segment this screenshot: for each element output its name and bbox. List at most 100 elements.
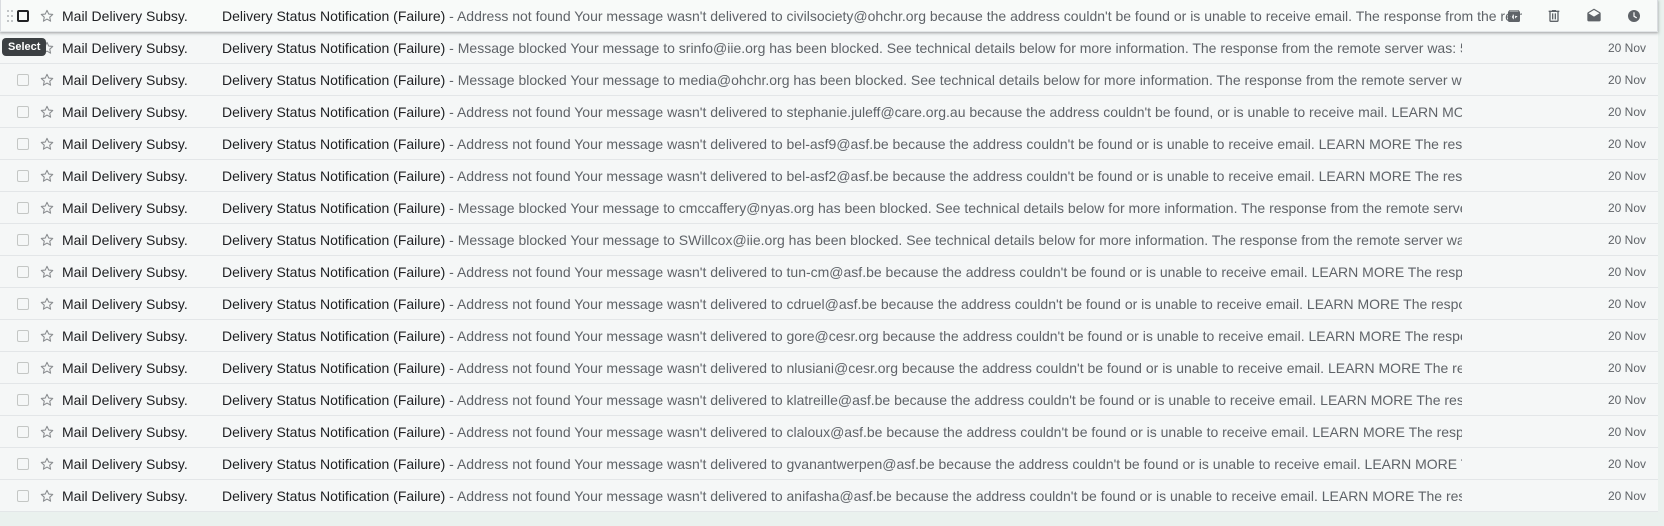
star-icon[interactable] <box>39 360 55 376</box>
email-subject: Delivery Status Notification (Failure) <box>222 135 446 152</box>
star-icon[interactable] <box>39 456 55 472</box>
email-snippet: Address not found Your message wasn't de… <box>456 103 1462 120</box>
email-date: 20 Nov <box>1607 296 1646 311</box>
email-row[interactable]: Mail Delivery Subsy. Delivery Status Noti… <box>0 32 1658 64</box>
email-subject: Delivery Status Notification (Failure) <box>222 7 446 24</box>
email-content: Delivery Status Notification (Failure) -… <box>222 232 1462 248</box>
star-icon[interactable] <box>39 168 55 184</box>
star-icon[interactable] <box>39 296 55 312</box>
email-row[interactable]: Mail Delivery Subsy. Delivery Status Noti… <box>0 448 1658 480</box>
sender-name: Mail Delivery Subsy. <box>62 263 188 280</box>
email-content: Delivery Status Notification (Failure) -… <box>222 104 1462 120</box>
email-content: Delivery Status Notification (Failure) -… <box>222 264 1462 280</box>
email-subject: Delivery Status Notification (Failure) <box>222 327 446 344</box>
email-row[interactable]: Mail Delivery Subsy. Delivery Status Noti… <box>0 0 1658 32</box>
star-icon[interactable] <box>39 104 55 120</box>
select-checkbox[interactable] <box>17 393 29 406</box>
email-subject: Delivery Status Notification (Failure) <box>222 167 446 184</box>
subject-separator: - <box>445 327 457 344</box>
subject-separator: - <box>445 359 457 376</box>
email-content: Delivery Status Notification (Failure) -… <box>222 200 1462 216</box>
delete-icon[interactable] <box>1542 4 1566 28</box>
email-row[interactable]: Mail Delivery Subsy. Delivery Status Noti… <box>0 352 1658 384</box>
email-row[interactable]: Mail Delivery Subsy. Delivery Status Noti… <box>0 320 1658 352</box>
email-date: 20 Nov <box>1607 456 1646 471</box>
email-row[interactable]: Mail Delivery Subsy. Delivery Status Noti… <box>0 224 1658 256</box>
star-icon[interactable] <box>39 264 55 280</box>
sender-name: Mail Delivery Subsy. <box>62 39 188 56</box>
subject-separator: - <box>445 263 457 280</box>
email-row[interactable]: Mail Delivery Subsy. Delivery Status Noti… <box>0 160 1658 192</box>
star-icon[interactable] <box>39 392 55 408</box>
sender-name: Mail Delivery Subsy. <box>62 295 188 312</box>
email-subject: Delivery Status Notification (Failure) <box>222 423 446 440</box>
email-date: 20 Nov <box>1607 424 1646 439</box>
email-row[interactable]: Mail Delivery Subsy. Delivery Status Noti… <box>0 64 1658 96</box>
email-row[interactable]: Mail Delivery Subsy. Delivery Status Noti… <box>0 416 1658 448</box>
email-content: Delivery Status Notification (Failure) -… <box>222 296 1462 312</box>
subject-separator: - <box>445 39 458 56</box>
select-checkbox[interactable] <box>17 489 29 502</box>
mark-as-unread-icon[interactable] <box>1582 4 1606 28</box>
email-row[interactable]: Mail Delivery Subsy. Delivery Status Noti… <box>0 96 1658 128</box>
email-snippet: Address not found Your message wasn't de… <box>456 167 1462 184</box>
email-date: 20 Nov <box>1607 136 1646 151</box>
sender-name: Mail Delivery Subsy. <box>62 455 188 472</box>
star-icon[interactable] <box>39 328 55 344</box>
select-checkbox[interactable] <box>17 9 29 22</box>
select-checkbox[interactable] <box>17 169 29 182</box>
select-checkbox[interactable] <box>17 425 29 438</box>
archive-icon[interactable] <box>1502 4 1526 28</box>
email-subject: Delivery Status Notification (Failure) <box>222 263 446 280</box>
subject-separator: - <box>445 455 457 472</box>
star-icon[interactable] <box>39 488 55 504</box>
email-content: Delivery Status Notification (Failure) -… <box>222 8 1522 24</box>
select-checkbox[interactable] <box>17 201 29 214</box>
email-row[interactable]: Mail Delivery Subsy. Delivery Status Noti… <box>0 128 1658 160</box>
star-icon[interactable] <box>39 136 55 152</box>
subject-separator: - <box>445 487 457 504</box>
star-icon[interactable] <box>39 232 55 248</box>
email-snippet: Address not found Your message wasn't de… <box>456 295 1462 312</box>
select-checkbox[interactable] <box>17 233 29 246</box>
email-content: Delivery Status Notification (Failure) -… <box>222 456 1462 472</box>
email-snippet: Message blocked Your message to cmccaffe… <box>457 199 1462 216</box>
select-checkbox[interactable] <box>17 297 29 310</box>
email-snippet: Message blocked Your message to media@oh… <box>457 71 1462 88</box>
email-row[interactable]: Mail Delivery Subsy. Delivery Status Noti… <box>0 288 1658 320</box>
sender-name: Mail Delivery Subsy. <box>62 391 188 408</box>
email-content: Delivery Status Notification (Failure) -… <box>222 328 1462 344</box>
email-content: Delivery Status Notification (Failure) -… <box>222 136 1462 152</box>
drag-handle-icon[interactable] <box>6 9 14 23</box>
star-icon[interactable] <box>39 8 55 24</box>
select-checkbox[interactable] <box>17 73 29 86</box>
email-snippet: Address not found Your message wasn't de… <box>456 423 1462 440</box>
email-date: 20 Nov <box>1607 392 1646 407</box>
sender-name: Mail Delivery Subsy. <box>62 167 188 184</box>
email-date: 20 Nov <box>1607 104 1646 119</box>
email-subject: Delivery Status Notification (Failure) <box>222 103 446 120</box>
select-checkbox[interactable] <box>17 457 29 470</box>
email-snippet: Address not found Your message wasn't de… <box>456 391 1462 408</box>
subject-separator: - <box>445 199 458 216</box>
sender-name: Mail Delivery Subsy. <box>62 135 188 152</box>
select-checkbox[interactable] <box>17 329 29 342</box>
select-checkbox[interactable] <box>17 137 29 150</box>
email-row[interactable]: Mail Delivery Subsy. Delivery Status Noti… <box>0 384 1658 416</box>
email-date: 20 Nov <box>1607 360 1646 375</box>
star-icon[interactable] <box>39 424 55 440</box>
star-icon[interactable] <box>39 72 55 88</box>
snooze-icon[interactable] <box>1622 4 1646 28</box>
subject-separator: - <box>445 71 458 88</box>
email-row[interactable]: Mail Delivery Subsy. Delivery Status Noti… <box>0 192 1658 224</box>
email-row[interactable]: Mail Delivery Subsy. Delivery Status Noti… <box>0 256 1658 288</box>
select-checkbox[interactable] <box>17 361 29 374</box>
select-checkbox[interactable] <box>17 105 29 118</box>
select-checkbox[interactable] <box>17 265 29 278</box>
email-date: 20 Nov <box>1607 232 1646 247</box>
email-row[interactable]: Mail Delivery Subsy. Delivery Status Noti… <box>0 480 1658 512</box>
hover-actions <box>1502 4 1646 28</box>
email-date: 20 Nov <box>1607 40 1646 55</box>
star-icon[interactable] <box>39 200 55 216</box>
email-snippet: Message blocked Your message to SWillcox… <box>457 231 1462 248</box>
